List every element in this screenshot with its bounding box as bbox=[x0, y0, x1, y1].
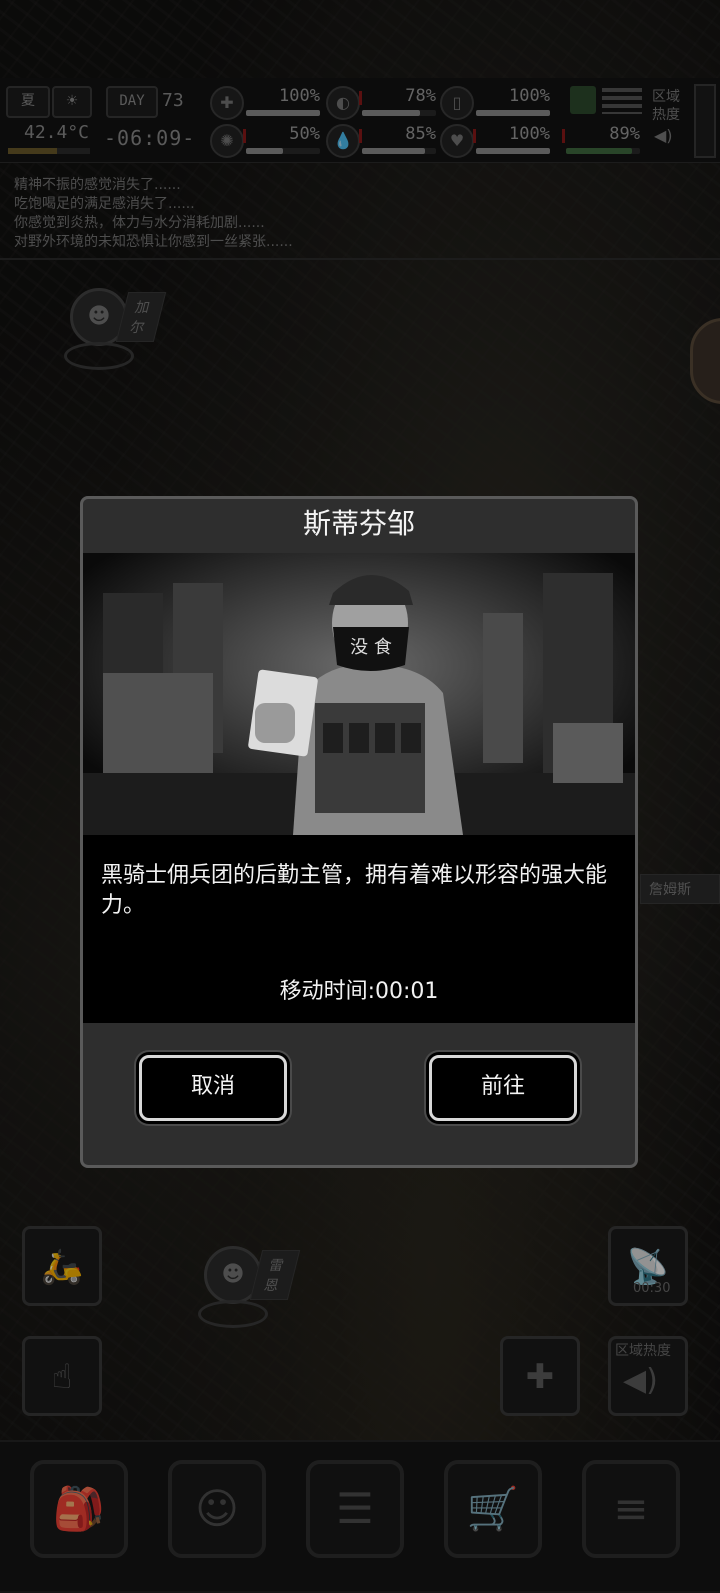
cancel-button[interactable]: 取消 bbox=[139, 1055, 287, 1121]
npc-portrait-illustration: 没 食 bbox=[83, 553, 635, 835]
dialog-title: 斯蒂芬邹 bbox=[302, 507, 415, 540]
go-button[interactable]: 前往 bbox=[429, 1055, 577, 1121]
npc-description: 黑骑士佣兵团的后勤主管，拥有着难以形容的强大能力。 bbox=[101, 863, 608, 918]
dialog-body: 没 食 黑骑士佣兵团的后勤主管，拥有着难以形容的强大能力。 移动时间:00:01 bbox=[83, 553, 635, 1023]
mask-text: 没 食 bbox=[350, 637, 392, 658]
npc-dialog: 斯蒂芬邹 没 食 黑骑士佣兵团的后勤主管，拥有着难以形容的强大能力。 移动时间:… bbox=[80, 496, 638, 1168]
travel-time: 移动时间:00:01 bbox=[279, 979, 439, 1004]
